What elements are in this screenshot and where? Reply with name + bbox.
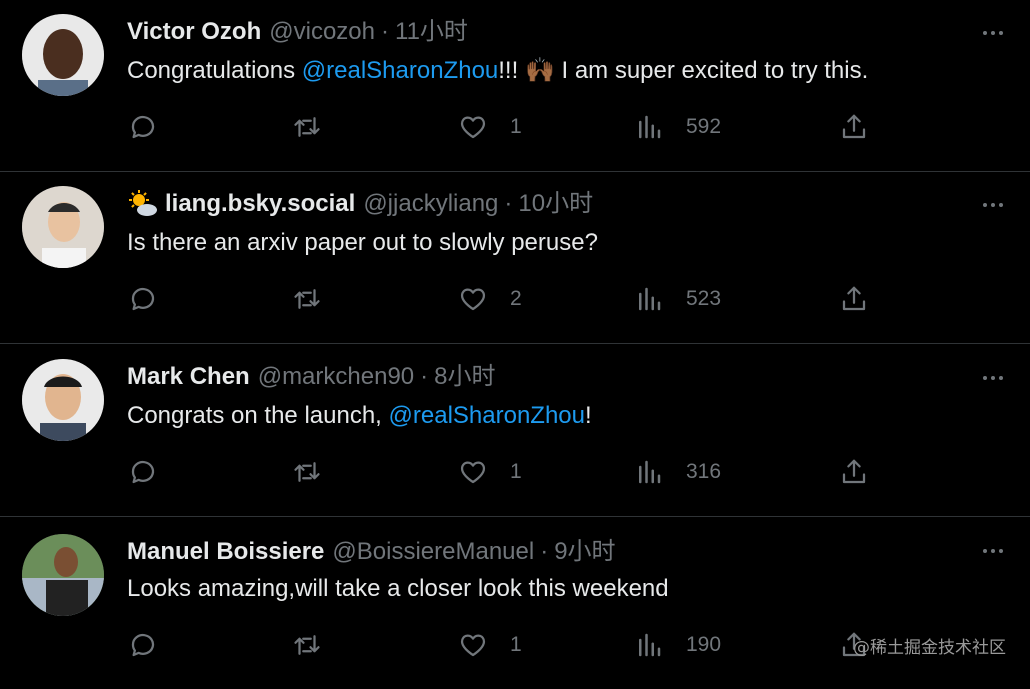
views-icon [639, 287, 661, 311]
action-bar: 1 592 [0, 96, 1030, 160]
like-count: 1 [510, 633, 522, 656]
view-count: 316 [686, 460, 722, 483]
tweet-text-part: !!! 🙌🏾 I am super excited to try this. [498, 57, 869, 84]
sun-behind-cloud-icon [127, 188, 159, 220]
retweet-button[interactable] [292, 457, 322, 487]
timestamp[interactable]: 9小时 [554, 534, 615, 570]
author-handle[interactable]: @vicozoh [269, 14, 375, 50]
reply-icon [131, 633, 155, 657]
more-icon[interactable] [978, 18, 1008, 48]
retweet-icon [294, 635, 320, 655]
reply-tweet[interactable]: Mark Chen @markchen90 · 8小时 Congrats on … [0, 345, 1030, 517]
author-name[interactable]: liang.bsky.social [165, 186, 355, 222]
share-icon [842, 459, 866, 484]
reply-button[interactable] [128, 457, 158, 487]
like-button[interactable]: 1 [458, 457, 522, 487]
retweet-button[interactable] [292, 630, 322, 660]
author-name[interactable]: Mark Chen [127, 359, 250, 395]
retweet-icon [294, 117, 320, 137]
like-icon [460, 461, 486, 484]
action-bar: 1 316 [0, 441, 1030, 505]
views-icon [639, 460, 661, 484]
like-icon [460, 288, 486, 311]
tweet-text-part: ! [585, 402, 592, 429]
tweet-text-part: Looks amazing,will take a closer look th… [127, 575, 669, 602]
tweet-header: Mark Chen @markchen90 · 8小时 [127, 359, 496, 395]
like-count: 1 [510, 460, 522, 483]
avatar[interactable] [22, 534, 104, 616]
view-count: 190 [686, 633, 722, 656]
tweet-text: Congrats on the launch, @realSharonZhou! [127, 400, 592, 432]
share-icon [842, 286, 866, 311]
retweet-icon [294, 462, 320, 482]
view-count: 592 [686, 115, 722, 138]
separator: · [381, 18, 389, 45]
views-icon [639, 115, 661, 139]
reply-icon [131, 287, 155, 311]
author-handle[interactable]: @BoissiereManuel [332, 534, 534, 570]
reply-button[interactable] [128, 630, 158, 660]
reply-button[interactable] [128, 284, 158, 314]
author-handle[interactable]: @markchen90 [258, 359, 414, 395]
tweet-header: Manuel Boissiere @BoissiereManuel · 9小时 [127, 534, 616, 570]
avatar[interactable] [22, 186, 104, 268]
view-count: 523 [686, 287, 722, 310]
mention-link[interactable]: @realSharonZhou [389, 402, 585, 429]
reply-tweet[interactable]: liang.bsky.social @jjackyliang · 10小时 Is… [0, 172, 1030, 344]
tweet-text-part: Is there an arxiv paper out to slowly pe… [127, 229, 598, 256]
like-button[interactable]: 1 [458, 630, 522, 660]
more-icon[interactable] [978, 536, 1008, 566]
tweet-text-part: Congrats on the launch, [127, 402, 389, 429]
more-icon[interactable] [978, 363, 1008, 393]
share-button[interactable] [839, 112, 869, 142]
reply-feed: Victor Ozoh @vicozoh · 11小时 Congratulati… [0, 0, 1030, 680]
reply-icon [131, 115, 155, 139]
like-icon [460, 634, 486, 657]
author-handle[interactable]: @jjackyliang [363, 186, 498, 222]
tweet-text-part: Congratulations [127, 57, 302, 84]
mention-link[interactable]: @realSharonZhou [302, 57, 498, 84]
timestamp[interactable]: 11小时 [395, 14, 468, 50]
reply-icon [131, 460, 155, 484]
share-button[interactable] [839, 284, 869, 314]
like-count: 1 [510, 115, 522, 138]
tweet-header: Victor Ozoh @vicozoh · 11小时 [127, 14, 468, 50]
separator: · [504, 190, 513, 217]
views-button[interactable]: 190 [634, 630, 721, 660]
timestamp[interactable]: 8小时 [434, 359, 495, 395]
author-name[interactable]: Victor Ozoh [127, 14, 261, 50]
avatar[interactable] [22, 359, 104, 441]
timestamp[interactable]: 10小时 [518, 186, 593, 222]
tweet-text: Is there an arxiv paper out to slowly pe… [127, 227, 598, 259]
retweet-button[interactable] [292, 284, 322, 314]
tweet-text: Looks amazing,will take a closer look th… [127, 573, 669, 605]
reply-tweet[interactable]: Victor Ozoh @vicozoh · 11小时 Congratulati… [0, 0, 1030, 172]
share-button[interactable] [839, 457, 869, 487]
watermark: @稀土掘金技术社区 [853, 638, 1006, 658]
like-icon [460, 116, 486, 139]
separator: · [420, 363, 429, 390]
like-button[interactable]: 1 [458, 112, 522, 142]
share-icon [842, 114, 866, 139]
retweet-button[interactable] [292, 112, 322, 142]
more-icon[interactable] [978, 190, 1008, 220]
like-button[interactable]: 2 [458, 284, 522, 314]
action-bar: 2 523 [0, 268, 1030, 332]
tweet-header: liang.bsky.social @jjackyliang · 10小时 [127, 186, 593, 222]
retweet-icon [294, 289, 320, 309]
reply-button[interactable] [128, 112, 158, 142]
separator: · [540, 538, 549, 565]
author-name[interactable]: Manuel Boissiere [127, 534, 324, 570]
like-count: 2 [510, 287, 522, 310]
views-button[interactable]: 316 [634, 457, 721, 487]
reply-tweet[interactable]: Manuel Boissiere @BoissiereManuel · 9小时 … [0, 517, 1030, 689]
views-icon [639, 633, 661, 657]
views-button[interactable]: 523 [634, 284, 721, 314]
tweet-text: Congratulations @realSharonZhou!!! 🙌🏾 I … [127, 55, 868, 87]
views-button[interactable]: 592 [634, 112, 721, 142]
avatar[interactable] [22, 14, 104, 96]
